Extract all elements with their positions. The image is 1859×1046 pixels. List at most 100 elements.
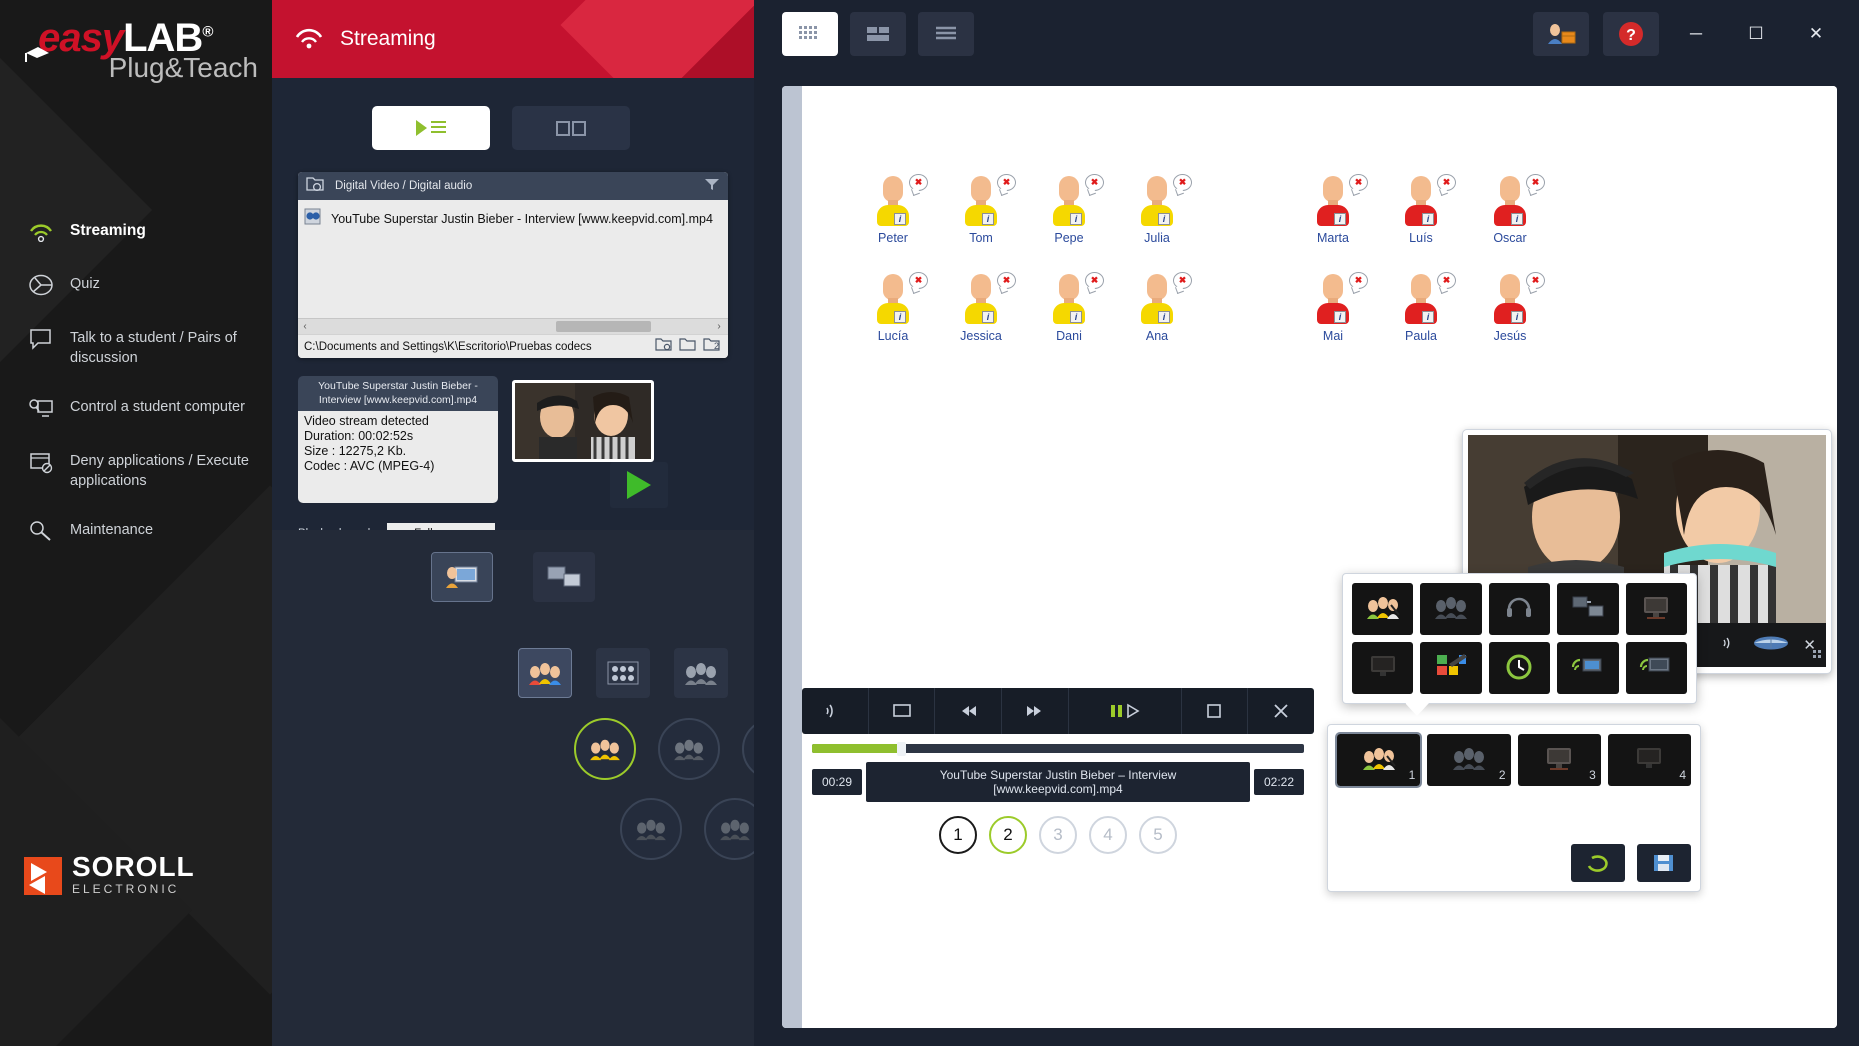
mouse-icon[interactable] — [1753, 635, 1789, 656]
info-badge-icon[interactable]: i — [1070, 213, 1082, 225]
info-badge-icon[interactable]: i — [1422, 311, 1434, 323]
screen-button[interactable] — [869, 688, 936, 734]
info-badge-icon[interactable]: i — [894, 213, 906, 225]
page-button-5[interactable]: 5 — [1139, 816, 1177, 854]
chat-disabled-icon[interactable]: ✖ — [997, 272, 1016, 289]
group-yellow-circle[interactable] — [574, 718, 636, 780]
monitor-link-cell[interactable] — [1557, 583, 1618, 635]
maximize-button[interactable]: ☐ — [1733, 11, 1779, 57]
info-badge-icon[interactable]: i — [1070, 311, 1082, 323]
sidebar-item-control[interactable]: Control a student computer — [0, 381, 272, 435]
chat-disabled-icon[interactable]: ✖ — [1173, 174, 1192, 191]
chat-disabled-icon[interactable]: ✖ — [1526, 272, 1545, 289]
sound-waves-icon[interactable] — [1721, 634, 1739, 657]
sidebar-item-quiz[interactable]: Quiz — [0, 258, 272, 312]
headset-cell[interactable] — [1489, 583, 1550, 635]
video-preview-thumbnail[interactable] — [512, 380, 654, 462]
all-students-button[interactable] — [518, 648, 572, 698]
student-marta[interactable]: i✖Marta — [1302, 176, 1364, 245]
chat-disabled-icon[interactable]: ✖ — [909, 174, 928, 191]
chat-disabled-icon[interactable]: ✖ — [1349, 272, 1368, 289]
group-grey-cell[interactable] — [1420, 583, 1481, 635]
chat-disabled-icon[interactable]: ✖ — [909, 272, 928, 289]
chat-disabled-icon[interactable]: ✖ — [997, 174, 1016, 191]
scroll-right-arrow[interactable]: › — [712, 321, 726, 332]
info-badge-icon[interactable]: i — [1422, 213, 1434, 225]
rewind-button[interactable] — [935, 688, 1002, 734]
chat-disabled-icon[interactable]: ✖ — [1437, 174, 1456, 191]
user-settings-button[interactable] — [1533, 12, 1589, 56]
sidebar-item-talk[interactable]: Talk to a student / Pairs of discussion — [0, 312, 272, 381]
stream-library-tab[interactable] — [512, 106, 630, 150]
chat-disabled-icon[interactable]: ✖ — [1437, 272, 1456, 289]
resize-grip-icon[interactable] — [1813, 647, 1823, 665]
chat-disabled-icon[interactable]: ✖ — [1085, 174, 1104, 191]
horizontal-scrollbar[interactable]: ‹ › — [298, 318, 728, 334]
student-jessica[interactable]: i✖Jessica — [950, 274, 1012, 343]
info-badge-icon[interactable]: i — [1158, 311, 1170, 323]
class-layout-button[interactable] — [596, 648, 650, 698]
page-button-1[interactable]: 1 — [939, 816, 977, 854]
student-pepe[interactable]: i✖Pepe — [1038, 176, 1100, 245]
page-button-2[interactable]: 2 — [989, 816, 1027, 854]
save-button[interactable] — [1637, 844, 1691, 882]
student-paula[interactable]: i✖Paula — [1390, 274, 1452, 343]
chat-disabled-icon[interactable]: ✖ — [1173, 272, 1192, 289]
info-badge-icon[interactable]: i — [1511, 311, 1523, 323]
student-lucía[interactable]: i✖Lucía — [862, 274, 924, 343]
chat-disabled-icon[interactable]: ✖ — [1085, 272, 1104, 289]
group-red-circle[interactable] — [742, 718, 754, 780]
filter-icon[interactable] — [704, 177, 720, 196]
group-grey-button[interactable] — [674, 648, 728, 698]
broadcast-to-students-button[interactable] — [431, 552, 493, 602]
info-badge-icon[interactable]: i — [982, 311, 994, 323]
group-grey-bottom[interactable]: 2 — [1427, 734, 1510, 786]
student-julia[interactable]: i✖Julia — [1126, 176, 1188, 245]
group-circle-5[interactable] — [704, 798, 754, 860]
student-dani[interactable]: i✖Dani — [1038, 274, 1100, 343]
group-color-bottom[interactable]: 1 — [1337, 734, 1420, 786]
info-badge-icon[interactable]: i — [1511, 213, 1523, 225]
student-tom[interactable]: i✖Tom — [950, 176, 1012, 245]
monitor-dark-bottom[interactable]: 4 — [1608, 734, 1691, 786]
folder-up-icon[interactable]: 2 — [703, 337, 722, 356]
group-grey-circle[interactable] — [658, 718, 720, 780]
play-stream-button[interactable] — [610, 462, 668, 508]
grid-view-tab[interactable] — [782, 12, 838, 56]
broadcast-screen-button[interactable] — [533, 552, 595, 602]
student-ana[interactable]: i✖Ana — [1126, 274, 1188, 343]
split-view-tab[interactable] — [850, 12, 906, 56]
sidebar-item-streaming[interactable]: Streaming — [0, 204, 272, 258]
scroll-left-arrow[interactable]: ‹ — [298, 321, 312, 332]
monitor-cell[interactable] — [1626, 583, 1687, 635]
info-badge-icon[interactable]: i — [1334, 311, 1346, 323]
stream-video-tab[interactable] — [372, 106, 490, 150]
close-button[interactable]: ✕ — [1793, 11, 1839, 57]
monitor-dark-cell[interactable] — [1352, 642, 1413, 694]
open-folder-icon[interactable] — [679, 337, 696, 356]
list-item[interactable]: YouTube Superstar Justin Bieber - Interv… — [298, 204, 728, 234]
refresh-button[interactable] — [1571, 844, 1625, 882]
group-color-cell[interactable] — [1352, 583, 1413, 635]
forward-button[interactable] — [1002, 688, 1069, 734]
info-badge-icon[interactable]: i — [1158, 213, 1170, 225]
student-jesús[interactable]: i✖Jesús — [1479, 274, 1541, 343]
close-player-button[interactable] — [1248, 688, 1314, 734]
info-badge-icon[interactable]: i — [1334, 213, 1346, 225]
whiteboard-cell[interactable] — [1420, 642, 1481, 694]
student-luís[interactable]: i✖Luís — [1390, 176, 1452, 245]
pause-play-button[interactable] — [1069, 688, 1182, 734]
sidebar-item-maintenance[interactable]: Maintenance — [0, 504, 272, 558]
chat-disabled-icon[interactable]: ✖ — [1349, 174, 1368, 191]
stop-button[interactable] — [1182, 688, 1249, 734]
page-button-3[interactable]: 3 — [1039, 816, 1077, 854]
minimize-button[interactable]: ─ — [1673, 11, 1719, 57]
student-peter[interactable]: i✖Peter — [862, 176, 924, 245]
student-mai[interactable]: i✖Mai — [1302, 274, 1364, 343]
page-button-4[interactable]: 4 — [1089, 816, 1127, 854]
list-view-tab[interactable] — [918, 12, 974, 56]
monitor-bottom[interactable]: 3 — [1518, 734, 1601, 786]
wifi-screen-cell[interactable] — [1626, 642, 1687, 694]
timer-cell[interactable] — [1489, 642, 1550, 694]
wifi-monitor-cell[interactable] — [1557, 642, 1618, 694]
